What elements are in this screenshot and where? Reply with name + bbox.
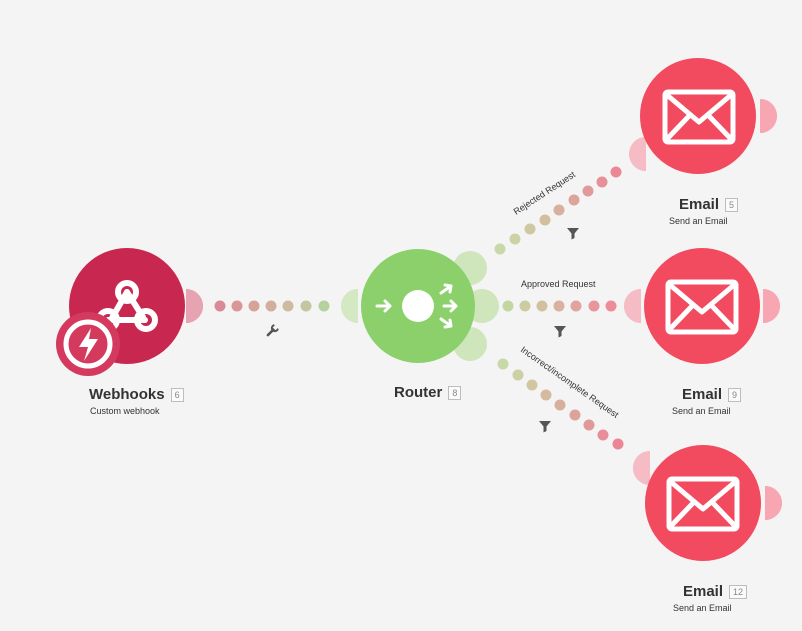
email-title-rejected: Email 5 — [679, 196, 739, 213]
webhooks-title-text: Webhooks — [89, 386, 165, 403]
webhooks-module[interactable] — [56, 248, 203, 376]
email-title-text: Email — [679, 196, 720, 213]
route-label-approved[interactable]: Approved Request — [521, 279, 596, 289]
email-subtitle-approved: Send an Email — [672, 406, 731, 416]
email-module-rejected[interactable] — [629, 58, 777, 174]
module-id-badge: 9 — [728, 387, 742, 402]
webhooks-subtitle: Custom webhook — [90, 406, 160, 416]
module-id-badge: 12 — [729, 584, 748, 599]
filter-icon[interactable] — [539, 421, 551, 433]
module-id-badge: 5 — [725, 197, 739, 212]
router-title: Router 8 — [394, 384, 462, 401]
email-title-text: Email — [682, 386, 723, 403]
wrench-icon[interactable] — [264, 324, 279, 339]
webhooks-title: Webhooks 6 — [89, 386, 184, 403]
lightning-icon — [56, 312, 120, 376]
email-title-approved: Email 9 — [682, 386, 742, 403]
router-title-text: Router — [394, 384, 443, 401]
module-id-badge: 6 — [170, 387, 184, 402]
filter-icon[interactable] — [554, 326, 566, 338]
email-module-incorrect[interactable] — [633, 445, 782, 561]
email-subtitle-incorrect: Send an Email — [673, 603, 732, 613]
email-title-text: Email — [683, 583, 724, 600]
router-module[interactable] — [341, 249, 499, 363]
module-id-badge: 8 — [448, 385, 462, 400]
connection-router-email-approved[interactable] — [502, 300, 617, 312]
route-label-rejected[interactable]: Rejected Request — [512, 169, 578, 217]
email-title-incorrect: Email 12 — [683, 583, 748, 600]
email-module-approved[interactable] — [624, 248, 780, 364]
filter-icon[interactable] — [567, 228, 579, 240]
scenario-canvas: Rejected Request Approved Request Incorr… — [56, 58, 782, 561]
email-subtitle-rejected: Send an Email — [669, 216, 728, 226]
connection-webhooks-router[interactable] — [214, 300, 330, 312]
